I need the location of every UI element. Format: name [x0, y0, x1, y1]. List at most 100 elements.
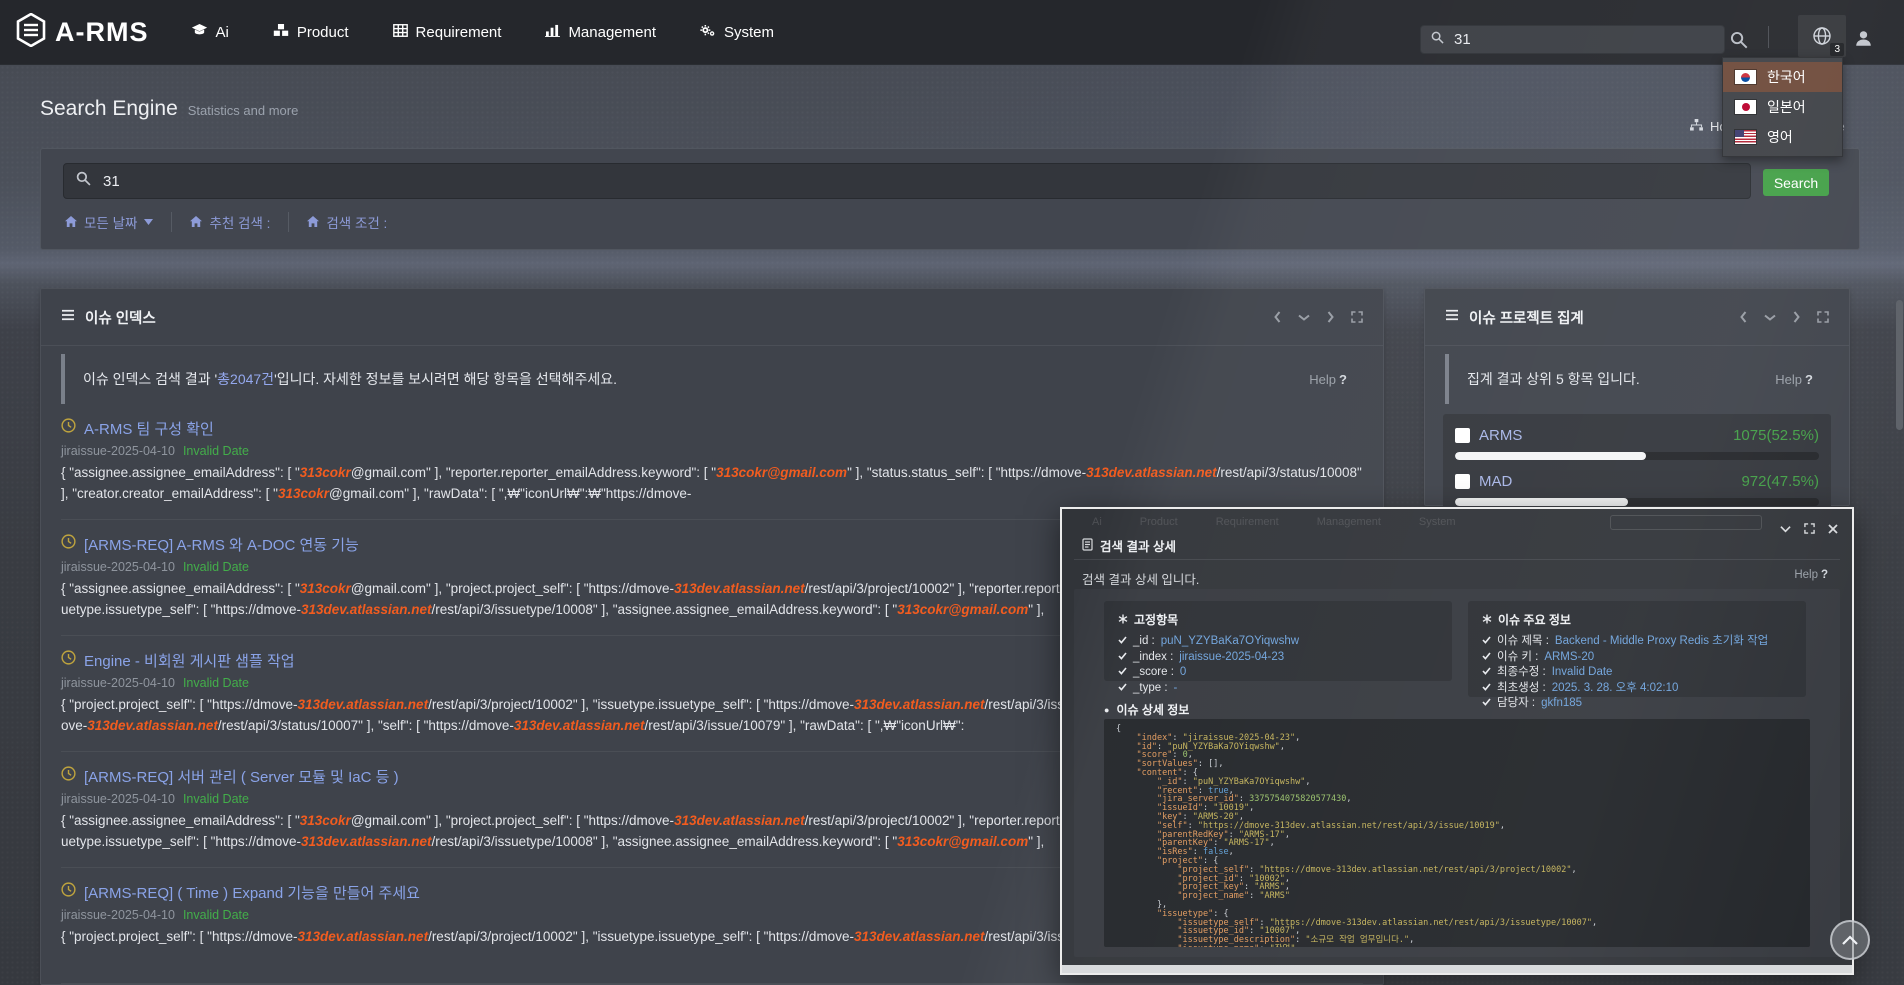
panel-expand-icon[interactable]: [1351, 311, 1363, 323]
result-date-status: Invalid Date: [183, 676, 249, 690]
app-logo-icon: [16, 13, 46, 52]
search-filter-2[interactable]: 검색 조건 :: [289, 212, 405, 232]
field-value: ARMS-20: [1544, 650, 1594, 666]
field-value: gkfn185: [1541, 696, 1582, 712]
result-date-status: Invalid Date: [183, 908, 249, 922]
panel-collapse-icon[interactable]: [1764, 313, 1776, 322]
search-term-highlight: 313dev.atlassian.net: [297, 697, 428, 712]
result-count-link[interactable]: 총2047건: [217, 371, 274, 387]
panel-prev-icon[interactable]: [1273, 311, 1282, 323]
modal-ghost-navbar: AiProductRequirementManagementSystem: [1062, 509, 1852, 535]
modal-close-icon[interactable]: [1828, 524, 1838, 534]
modal-horizontal-scrollbar[interactable]: [1062, 965, 1852, 973]
page-title: Search Engine: [40, 97, 178, 121]
help-badge[interactable]: Help?: [1309, 372, 1347, 387]
help-badge[interactable]: Help?: [1794, 569, 1828, 581]
asterisk-icon: [1118, 613, 1128, 627]
language-globe-button[interactable]: 3: [1798, 15, 1846, 57]
app-logo[interactable]: A-RMS: [16, 13, 149, 52]
flag-jp-icon: [1735, 100, 1756, 114]
project-stat-row: MAD972(47.5%): [1455, 470, 1819, 506]
project-aggregate-panel-header: 이슈 프로젝트 집계: [1425, 289, 1849, 346]
search-detail-modal: AiProductRequirementManagementSystem 검색 …: [1060, 507, 1854, 975]
result-title-link[interactable]: A-RMS 팀 구성 확인: [84, 418, 214, 439]
issue-field-row: 이슈 제목 : Backend - Middle Proxy Redis 초기화…: [1482, 634, 1792, 650]
navbar-search-input[interactable]: [1452, 30, 1714, 49]
nav-item-management[interactable]: Management: [545, 24, 656, 41]
result-index-name: jiraissue-2025-04-10: [61, 560, 175, 574]
language-option-kr[interactable]: 한국어: [1723, 62, 1842, 92]
field-key: _type :: [1133, 681, 1168, 697]
modal-content: 고정항목 _id : puN_YZYBaKa7OYiqwshw_index : …: [1074, 589, 1840, 957]
search-term-highlight: 313cokr: [300, 465, 351, 480]
check-icon: [1118, 681, 1127, 697]
fixed-field-row: _type : -: [1118, 681, 1438, 697]
scroll-to-top-button[interactable]: [1830, 920, 1870, 960]
nav-item-label: Product: [297, 24, 349, 41]
flag-kr-icon: [1735, 70, 1756, 84]
main-search-input[interactable]: [101, 172, 1738, 191]
info-text-suffix: '입니다. 자세한 정보를 보시려면 해당 항목을 선택해주세요.: [274, 371, 617, 387]
clock-icon: [61, 882, 76, 902]
result-title-link[interactable]: [ARMS-REQ] ( Time ) Expand 기능을 만들어 주세요: [84, 882, 420, 903]
field-value: puN_YZYBaKa7OYiqwshw: [1161, 634, 1299, 650]
result-index-name: jiraissue-2025-04-10: [61, 444, 175, 458]
user-menu-icon[interactable]: [1850, 25, 1876, 51]
issue-detail-code-block[interactable]: { "index": "jiraissue-2025-04-23", "id":…: [1104, 719, 1810, 947]
search-term-highlight: 313dev.atlassian.net: [1086, 465, 1217, 480]
search-button[interactable]: Search: [1763, 169, 1829, 196]
panel-collapse-icon[interactable]: [1298, 313, 1310, 322]
issue-info-card-title: 이슈 주요 정보: [1498, 611, 1571, 628]
main-search-box: [63, 163, 1751, 199]
language-option-jp[interactable]: 일본어: [1723, 92, 1842, 122]
stat-project-label[interactable]: MAD: [1479, 473, 1512, 490]
page-scrollbar-thumb[interactable]: [1896, 300, 1903, 430]
fixed-fields-card-title: 고정항목: [1134, 611, 1178, 628]
stat-checkbox[interactable]: [1455, 428, 1470, 443]
panel-prev-icon[interactable]: [1739, 311, 1748, 323]
ghost-search-pill: [1610, 515, 1762, 530]
modal-maximize-icon[interactable]: [1804, 523, 1815, 534]
nav-item-requirement[interactable]: Requirement: [393, 24, 502, 41]
nav-item-ai[interactable]: Ai: [191, 23, 229, 41]
nav-item-label: Ai: [216, 24, 229, 41]
clock-icon: [61, 418, 76, 438]
caret-down-icon: [144, 217, 153, 228]
check-icon: [1482, 665, 1491, 681]
result-index-name: jiraissue-2025-04-10: [61, 676, 175, 690]
field-key: _index :: [1133, 650, 1173, 666]
stat-checkbox[interactable]: [1455, 474, 1470, 489]
help-badge[interactable]: Help?: [1775, 372, 1813, 387]
search-filter-1[interactable]: 추천 검색 :: [172, 212, 289, 232]
panel-expand-icon[interactable]: [1817, 311, 1829, 323]
search-term-highlight: 313cokr@gmail.com: [897, 602, 1028, 617]
bullet-icon: ●: [1104, 705, 1109, 715]
nav-item-system[interactable]: System: [700, 24, 774, 41]
result-title-link[interactable]: Engine - 비회원 게시판 샘플 작업: [84, 650, 295, 671]
search-filter-0[interactable]: 모든 날짜: [63, 212, 172, 232]
project-aggregate-panel: 이슈 프로젝트 집계 집계 결과 상위 5 항목 입니다. Help? ARMS…: [1424, 288, 1850, 506]
modal-title-row: 검색 결과 상세: [1082, 536, 1176, 555]
modal-minimize-icon[interactable]: [1780, 525, 1791, 533]
ghost-nav-label: Product: [1140, 516, 1178, 528]
issue-info-card: 이슈 주요 정보 이슈 제목 : Backend - Middle Proxy …: [1468, 601, 1806, 697]
panel-next-icon[interactable]: [1326, 311, 1335, 323]
panel-next-icon[interactable]: [1792, 311, 1801, 323]
result-title-link[interactable]: [ARMS-REQ] A-RMS 와 A-DOC 연동 기능: [84, 534, 359, 555]
language-option-us[interactable]: 영어: [1723, 122, 1842, 152]
result-title-link[interactable]: [ARMS-REQ] 서버 관리 ( Server 모듈 및 IaC 등 ): [84, 766, 399, 787]
search-icon: [76, 171, 91, 191]
search-term-highlight: 313cokr: [300, 581, 351, 596]
clock-icon: [61, 650, 76, 670]
result-index-name: jiraissue-2025-04-10: [61, 792, 175, 806]
check-icon: [1118, 650, 1127, 666]
filter-label: 검색 조건 :: [326, 212, 387, 232]
home-icon: [65, 215, 77, 230]
field-value: 0: [1180, 665, 1186, 681]
nav-item-product[interactable]: Product: [273, 23, 349, 41]
search-submit-icon[interactable]: [1727, 28, 1751, 52]
fixed-field-row: _index : jiraissue-2025-04-23: [1118, 650, 1438, 666]
stat-project-label[interactable]: ARMS: [1479, 427, 1522, 444]
issue-field-row: 최초생성 : 2025. 3. 28. 오후 4:02:10: [1482, 681, 1792, 697]
cubes-icon: [273, 23, 289, 41]
